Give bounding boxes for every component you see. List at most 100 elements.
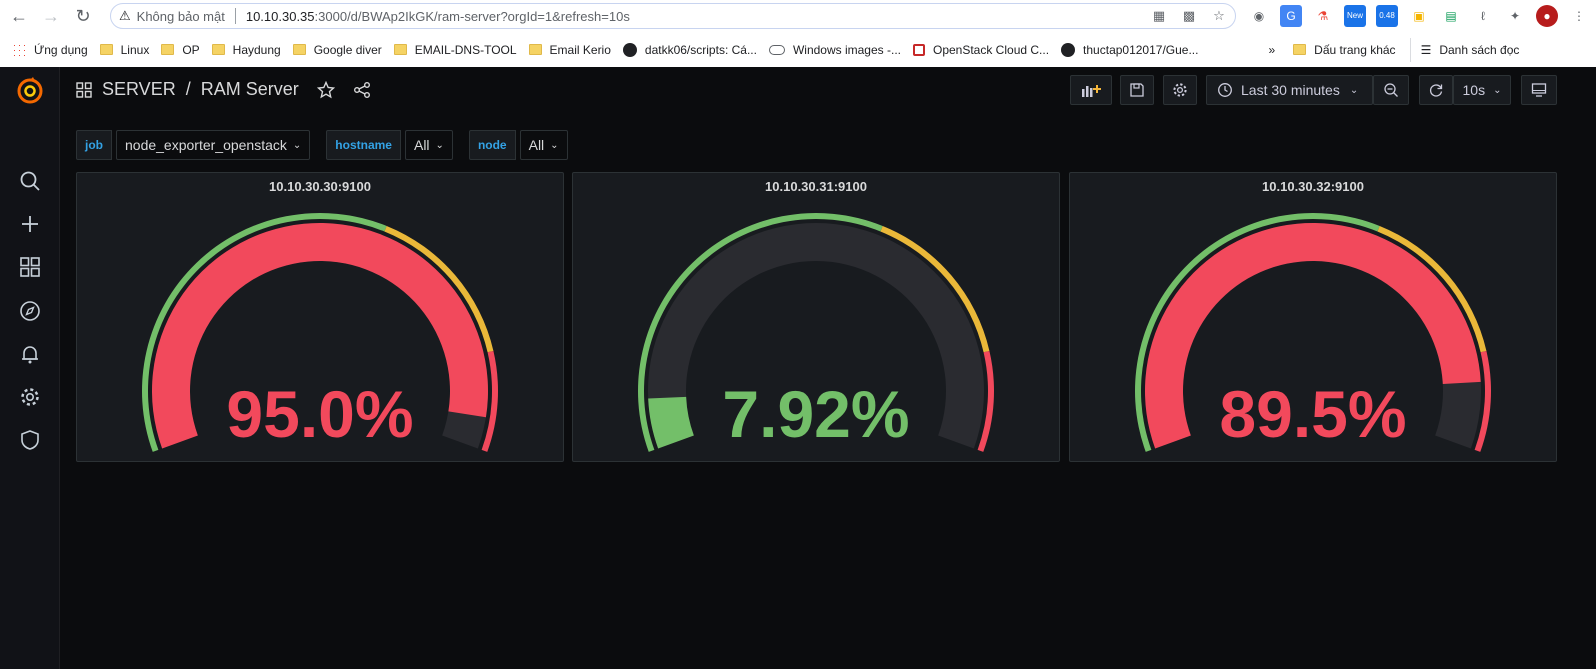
bookmark-label: OP [182,42,200,57]
reading-list-icon: ☰ [1420,42,1432,57]
variable-select-hostname[interactable]: All ⌄ [404,130,453,160]
bookmark-haydung[interactable]: Haydung [211,38,281,62]
zoom-out-button[interactable] [1373,75,1409,105]
folder-icon [161,44,175,55]
gauge-panel[interactable]: 10.10.30.32:9100 89.5% [1069,172,1557,462]
reading-list[interactable]: ☰ Danh sách đọc [1409,37,1519,62]
refresh-button[interactable] [1419,75,1453,105]
folder-icon [99,44,113,55]
panel-title[interactable]: 10.10.30.32:9100 [1070,179,1556,194]
calendar-extension-icon[interactable]: ▣ [1408,5,1430,27]
refresh-interval-picker[interactable]: 10s ⌄ [1453,75,1511,105]
search-icon[interactable] [19,170,41,192]
variable-value: node_exporter_openstack [125,137,287,153]
template-variables: job node_exporter_openstack ⌄ hostname Al… [76,129,568,161]
bookmark-label: Dấu trang khác [1314,42,1396,57]
bookmark-datkk06-scripts[interactable]: datkk06/scripts: Cá... [622,38,757,62]
configuration-gear-icon[interactable] [19,386,41,408]
speed-extension-icon[interactable]: 0.48 [1376,5,1398,27]
forward-icon[interactable]: → [38,3,64,29]
cycle-view-mode-button[interactable] [1521,75,1557,105]
bookmark-label: EMAIL-DNS-TOOL [414,42,517,57]
gauge-panel[interactable]: 10.10.30.30:9100 95.0% [76,172,564,462]
gauge-value-label: 89.5% [1219,377,1406,451]
openstack-icon [912,43,925,56]
monitor-icon [1531,83,1547,97]
bookmark-star-icon[interactable]: ☆ [1211,8,1227,24]
panel-title[interactable]: 10.10.30.31:9100 [573,179,1059,194]
dashboard-title[interactable]: RAM Server [201,79,299,100]
apps-icon [12,42,26,57]
alerting-bell-icon[interactable] [19,343,41,365]
menu-dots-icon[interactable]: ⋮ [1568,5,1590,27]
bookmark-email-dns-tool[interactable]: EMAIL-DNS-TOOL [393,38,517,62]
share-icon[interactable] [353,81,371,99]
cloud-icon [768,44,785,55]
bookmark-thuctap[interactable]: thuctap012017/Gue... [1061,38,1198,62]
gear-icon [1173,83,1187,97]
other-bookmarks[interactable]: Dấu trang khác [1293,38,1396,62]
camera-icon[interactable]: ◉ [1248,5,1270,27]
bookmark-email-kerio[interactable]: Email Kerio [528,38,611,62]
qr-code-icon[interactable]: ▦ [1151,8,1167,24]
plus-icon[interactable] [19,213,41,235]
network-icon[interactable]: ⚗ [1312,5,1334,27]
dashboard-settings-button[interactable] [1163,75,1197,105]
screen-extension-icon[interactable]: ▤ [1440,5,1462,27]
bookmarks-more-button[interactable]: » [1268,38,1275,62]
security-label[interactable]: Không bảo mật [137,9,225,24]
bookmark-label: Haydung [232,42,281,57]
bookmark-label: Linux [120,42,150,57]
github-icon [1061,42,1076,57]
folder-icon [393,44,407,55]
bookmark-label: Email Kerio [549,42,611,57]
bookmark-label: datkk06/scripts: Cá... [644,42,757,57]
panel-title[interactable]: 10.10.30.30:9100 [77,179,563,194]
folder-icon [1293,44,1307,55]
folder-icon [528,44,542,55]
chevron-down-icon: ⌄ [1493,84,1502,96]
dashboards-grid-icon[interactable] [19,256,41,278]
gauge-panel[interactable]: 10.10.30.31:9100 7.92% [572,172,1060,462]
gauge-chart: 7.92% [638,213,994,452]
browser-toolbar: ← → ↻ ⚠ Không bảo mật 10.10.30.35:3000/d… [0,0,1596,32]
bookmark-apps[interactable]: Ứng dụng [12,38,88,62]
grafana-logo-icon[interactable] [16,77,44,105]
bookmarks-bar: Ứng dụng Linux OP Haydung Google diver E… [0,32,1596,67]
url-host[interactable]: 10.10.30.35 [246,9,315,24]
new-extension-icon[interactable]: New [1344,5,1366,27]
bookmark-windows-images[interactable]: Windows images -... [768,38,901,62]
variable-select-node[interactable]: All ⌄ [519,130,568,160]
bookmark-linux[interactable]: Linux [99,38,150,62]
bookmark-label: OpenStack Cloud C... [932,42,1050,57]
chevron-down-icon: ⌄ [292,139,302,151]
add-panel-button[interactable] [1070,75,1112,105]
gauge-chart: 95.0% [141,213,499,452]
reload-icon[interactable]: ↻ [70,3,96,29]
address-bar[interactable]: ⚠ Không bảo mật 10.10.30.35:3000/d/BWAp2… [110,3,1236,29]
google-translate-icon[interactable]: G [1280,5,1302,27]
translate-icon[interactable]: ▩ [1181,8,1197,24]
time-range-label: Last 30 minutes [1241,82,1340,98]
back-icon[interactable]: ← [6,3,32,29]
script-extension-icon[interactable]: ℓ [1472,5,1494,27]
variable-label-node: node [468,130,516,160]
url-path[interactable]: :3000/d/BWAp2IkGK/ram-server?orgId=1&ref… [315,9,630,24]
favorite-star-icon[interactable] [316,80,335,99]
save-dashboard-button[interactable] [1120,75,1154,105]
explore-compass-icon[interactable] [19,300,41,322]
folder-link[interactable]: SERVER [102,79,176,100]
sidemenu [0,67,60,669]
puzzle-icon[interactable]: ✦ [1504,5,1526,27]
time-picker-button[interactable]: Last 30 minutes ⌄ [1206,75,1373,105]
folder-icon [211,44,225,55]
add-panel-icon [1082,85,1101,97]
warning-icon[interactable]: ⚠ [119,8,131,24]
server-admin-shield-icon[interactable] [19,429,41,451]
bookmark-openstack[interactable]: OpenStack Cloud C... [912,38,1050,62]
variable-value: All [413,137,430,153]
bookmark-google-diver[interactable]: Google diver [292,38,382,62]
bookmark-op[interactable]: OP [161,38,200,62]
variable-select-job[interactable]: node_exporter_openstack ⌄ [116,130,311,160]
profile-avatar[interactable]: ● [1536,5,1558,27]
